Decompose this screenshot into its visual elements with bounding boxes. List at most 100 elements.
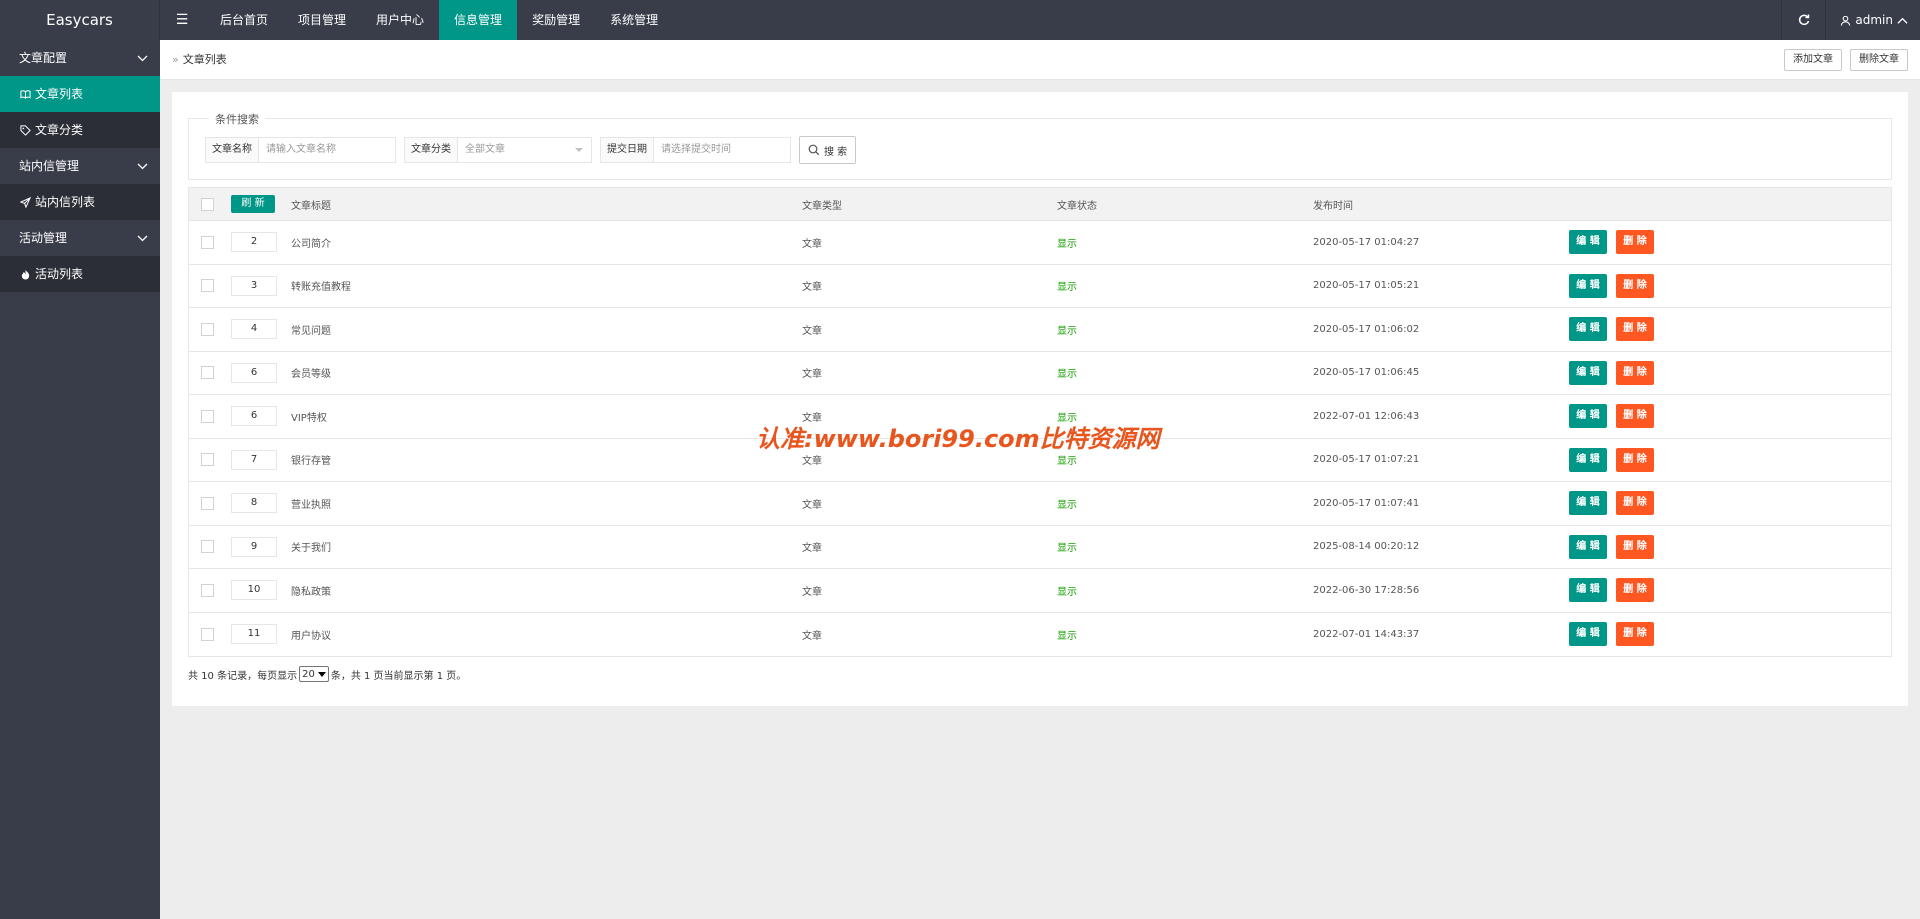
row-status: 显示: [1057, 543, 1077, 555]
delete-button[interactable]: 删 除: [1616, 317, 1654, 342]
search-button[interactable]: 搜 索: [799, 136, 857, 164]
nav-item-system[interactable]: 系统管理: [595, 0, 673, 40]
sidebar-item-article-category[interactable]: 文章分类: [0, 112, 160, 148]
sidebar-item-label: 站内信列表: [35, 195, 96, 209]
row-status: 显示: [1057, 630, 1077, 642]
sort-order-input[interactable]: 9: [231, 536, 277, 557]
category-search-group: 文章分类 全部文章: [404, 137, 592, 163]
row-type: 文章: [802, 369, 822, 381]
sidebar: 文章配置 文章列表 文章分类 站内信管理 站内信列表 活动管理 活动列表: [0, 40, 160, 919]
row-checkbox[interactable]: [201, 366, 214, 380]
table-row: 6 会员等级 文章 显示 2020-05-17 01:06:45 编 辑删 除: [189, 352, 1891, 395]
table-row: 11 用户协议 文章 显示 2022-07-01 14:43:37 编 辑删 除: [189, 613, 1891, 657]
delete-button[interactable]: 删 除: [1616, 578, 1654, 603]
page-size-select[interactable]: 20: [299, 666, 329, 682]
row-checkbox[interactable]: [201, 627, 214, 641]
nav-item-users[interactable]: 用户中心: [361, 0, 439, 40]
delete-button[interactable]: 删 除: [1616, 534, 1654, 559]
add-article-button[interactable]: 添加文章: [1784, 49, 1842, 71]
delete-button[interactable]: 删 除: [1616, 404, 1654, 429]
breadcrumb-current[interactable]: 文章列表: [183, 40, 227, 80]
row-type: 文章: [802, 499, 822, 511]
category-label: 文章分类: [405, 138, 458, 162]
delete-button[interactable]: 删 除: [1616, 491, 1654, 516]
page-size-value: 20: [302, 668, 315, 680]
row-checkbox[interactable]: [201, 496, 214, 510]
sort-order-input[interactable]: 8: [231, 493, 277, 514]
row-checkbox[interactable]: [201, 322, 214, 336]
sort-order-input[interactable]: 10: [231, 580, 277, 601]
pager-prefix: 共 10 条记录，每页显示: [188, 670, 298, 682]
sort-order-input[interactable]: 3: [231, 275, 277, 296]
sort-order-input[interactable]: 6: [231, 406, 277, 427]
row-type: 文章: [802, 543, 822, 555]
sort-order-input[interactable]: 2: [231, 232, 277, 253]
row-title: 转账充值教程: [291, 282, 351, 294]
name-search-input[interactable]: 请输入文章名称: [259, 138, 395, 162]
row-time: 2022-07-01 14:43:37: [1313, 628, 1420, 640]
row-checkbox[interactable]: [201, 279, 214, 293]
sidebar-group-articles[interactable]: 文章配置: [0, 40, 160, 76]
row-title: 常见问题: [291, 325, 331, 337]
edit-button[interactable]: 编 辑: [1569, 273, 1607, 298]
row-time: 2020-05-17 01:04:27: [1313, 236, 1420, 248]
edit-button[interactable]: 编 辑: [1569, 622, 1607, 647]
delete-article-button[interactable]: 删除文章: [1850, 49, 1908, 71]
edit-button[interactable]: 编 辑: [1569, 317, 1607, 342]
table-row: 8 营业执照 文章 显示 2020-05-17 01:07:41 编 辑删 除: [189, 482, 1891, 526]
hamburger-icon[interactable]: ☰: [172, 0, 192, 40]
sidebar-item-message-list[interactable]: 站内信列表: [0, 184, 160, 220]
date-search-input[interactable]: 请选择提交时间: [654, 138, 790, 162]
nav-item-projects[interactable]: 项目管理: [283, 0, 361, 40]
sort-order-input[interactable]: 7: [231, 449, 277, 470]
delete-button[interactable]: 删 除: [1616, 273, 1654, 298]
edit-button[interactable]: 编 辑: [1569, 578, 1607, 603]
delete-button[interactable]: 删 除: [1616, 622, 1654, 647]
user-menu[interactable]: admin: [1825, 0, 1920, 40]
sort-order-input[interactable]: 4: [231, 319, 277, 340]
pager-suffix: 条，共 1 页当前显示第 1 页。: [330, 670, 467, 682]
edit-button[interactable]: 编 辑: [1569, 491, 1607, 516]
nav-item-home[interactable]: 后台首页: [205, 0, 283, 40]
select-all-checkbox[interactable]: [201, 197, 214, 211]
sidebar-group-activities[interactable]: 活动管理: [0, 220, 160, 256]
name-label: 文章名称: [206, 138, 259, 162]
sidebar-item-activity-list[interactable]: 活动列表: [0, 256, 160, 292]
brand-logo[interactable]: Easycars: [0, 0, 160, 40]
refresh-button[interactable]: 刷 新: [231, 195, 275, 213]
table-row: 9 关于我们 文章 显示 2025-08-14 00:20:12 编 辑删 除: [189, 526, 1891, 569]
delete-button[interactable]: 删 除: [1616, 447, 1654, 472]
row-checkbox[interactable]: [201, 409, 214, 423]
sidebar-item-article-list[interactable]: 文章列表: [0, 76, 160, 112]
sort-order-input[interactable]: 6: [231, 362, 277, 383]
category-select-value: 全部文章: [465, 144, 505, 155]
send-icon: [19, 196, 31, 208]
edit-button[interactable]: 编 辑: [1569, 360, 1607, 385]
edit-button[interactable]: 编 辑: [1569, 447, 1607, 472]
table-row: 2 公司简介 文章 显示 2020-05-17 01:04:27 编 辑删 除: [189, 221, 1891, 265]
row-checkbox[interactable]: [201, 540, 214, 554]
row-checkbox[interactable]: [201, 583, 214, 597]
nav-item-info[interactable]: 信息管理: [439, 0, 518, 40]
search-legend: 条件搜索: [209, 111, 265, 127]
breadcrumb-separator: »: [172, 53, 179, 66]
row-status: 显示: [1057, 282, 1077, 294]
delete-button[interactable]: 删 除: [1616, 360, 1654, 385]
row-status: 显示: [1057, 586, 1077, 598]
refresh-icon[interactable]: [1781, 0, 1825, 40]
top-bar: Easycars ☰ 后台首页 项目管理 用户中心 信息管理 奖励管理 系统管理…: [0, 0, 1920, 40]
row-checkbox[interactable]: [201, 235, 214, 249]
nav-item-rewards[interactable]: 奖励管理: [517, 0, 595, 40]
edit-button[interactable]: 编 辑: [1569, 230, 1607, 255]
category-select[interactable]: 全部文章: [458, 138, 591, 162]
edit-button[interactable]: 编 辑: [1569, 534, 1607, 559]
row-time: 2022-06-30 17:28:56: [1313, 584, 1420, 596]
sidebar-group-messages[interactable]: 站内信管理: [0, 148, 160, 184]
sort-order-input[interactable]: 11: [231, 624, 277, 645]
table-row: 10 隐私政策 文章 显示 2022-06-30 17:28:56 编 辑删 除: [189, 569, 1891, 613]
search-button-label: 搜 索: [824, 146, 848, 158]
table-row: 4 常见问题 文章 显示 2020-05-17 01:06:02 编 辑删 除: [189, 308, 1891, 352]
delete-button[interactable]: 删 除: [1616, 230, 1654, 255]
row-checkbox[interactable]: [201, 453, 214, 467]
edit-button[interactable]: 编 辑: [1569, 404, 1607, 429]
